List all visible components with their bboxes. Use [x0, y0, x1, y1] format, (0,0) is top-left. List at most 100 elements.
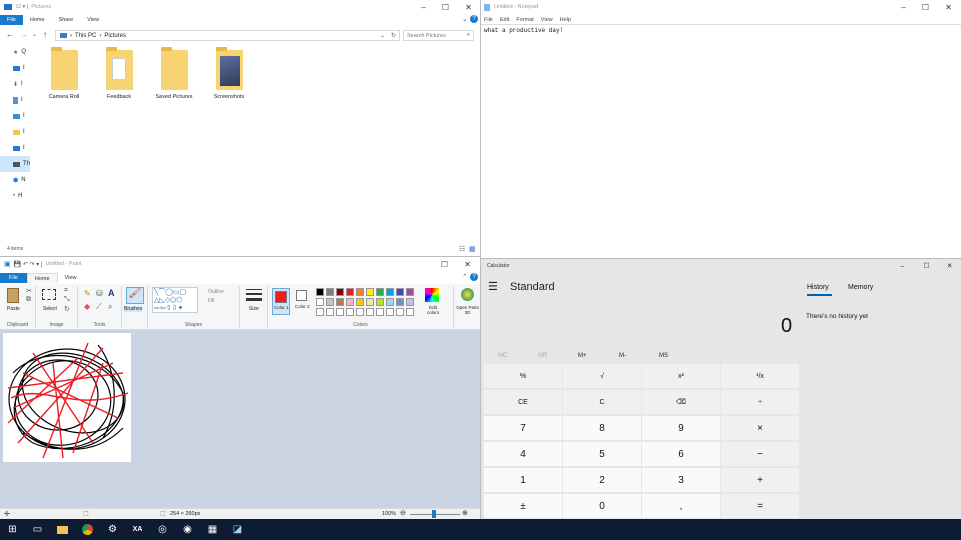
- menu-file[interactable]: File: [484, 17, 493, 23]
- close-button[interactable]: ✕: [937, 0, 960, 14]
- steam-icon[interactable]: ⚙: [100, 519, 125, 540]
- maximize-button[interactable]: ☐: [914, 0, 937, 14]
- color2-swatch[interactable]: Color 2: [294, 288, 310, 315]
- magnifier-icon[interactable]: ⌕: [108, 302, 112, 312]
- palette-color-swatch[interactable]: [396, 298, 404, 306]
- notepad-text-area[interactable]: what a productive day!: [481, 24, 961, 258]
- outline-button[interactable]: Outline: [208, 289, 224, 295]
- app-icon[interactable]: XA: [125, 519, 150, 540]
- folder-feedback[interactable]: Feedback: [93, 47, 145, 100]
- folder-camera-roll[interactable]: Camera Roll: [38, 47, 90, 100]
- palette-empty-swatch[interactable]: [386, 308, 394, 316]
- address-bar[interactable]: › This PC › Pictures ⌄ ↻: [55, 30, 400, 41]
- palette-color-swatch[interactable]: [326, 288, 334, 296]
- clear-button[interactable]: C: [563, 390, 641, 414]
- palette-empty-swatch[interactable]: [406, 308, 414, 316]
- palette-color-swatch[interactable]: [346, 298, 354, 306]
- palette-color-swatch[interactable]: [366, 288, 374, 296]
- palette-empty-swatch[interactable]: [316, 308, 324, 316]
- menu-help[interactable]: Help: [560, 17, 571, 23]
- hamburger-menu-icon[interactable]: ☰: [488, 280, 498, 293]
- color1-swatch[interactable]: Color 1: [272, 288, 290, 315]
- tab-share[interactable]: Share: [52, 15, 81, 25]
- divide-button[interactable]: ÷: [721, 390, 799, 414]
- copy-icon[interactable]: ⧉: [26, 296, 31, 304]
- back-icon[interactable]: ←: [6, 30, 14, 39]
- zoom-slider-thumb[interactable]: [432, 510, 436, 518]
- edit-colors-button[interactable]: Edit colors: [424, 305, 442, 315]
- digit-8-button[interactable]: 8: [563, 416, 641, 440]
- quick-access-toolbar[interactable]: ☑ ▾ |: [16, 4, 28, 10]
- digit-4-button[interactable]: 4: [484, 442, 562, 466]
- size-icon[interactable]: [246, 289, 262, 303]
- palette-color-swatch[interactable]: [406, 298, 414, 306]
- tab-home[interactable]: Home: [23, 15, 52, 25]
- help-icon[interactable]: ?: [470, 15, 478, 23]
- digit-3-button[interactable]: 3: [642, 468, 720, 492]
- close-button[interactable]: ✕: [456, 257, 479, 271]
- backspace-button[interactable]: ⌫: [642, 390, 720, 414]
- digit-0-button[interactable]: 0: [563, 494, 641, 518]
- up-icon[interactable]: ↑: [43, 30, 47, 39]
- memory-store-button[interactable]: MS: [659, 353, 668, 359]
- nav-documents[interactable]: I: [0, 92, 30, 108]
- nav-this-pc[interactable]: Th: [0, 156, 30, 172]
- digit-6-button[interactable]: 6: [642, 442, 720, 466]
- breadcrumb-this-pc[interactable]: This PC: [75, 33, 96, 39]
- select-button[interactable]: Select: [43, 306, 57, 312]
- tab-file[interactable]: File: [0, 15, 23, 25]
- tab-view[interactable]: View: [80, 15, 106, 25]
- reciprocal-button[interactable]: ¹/x: [721, 364, 799, 388]
- negate-button[interactable]: ±: [484, 494, 562, 518]
- palette-empty-swatch[interactable]: [336, 308, 344, 316]
- menu-format[interactable]: Format: [516, 17, 533, 23]
- palette-color-swatch[interactable]: [386, 298, 394, 306]
- details-view-icon[interactable]: ☷: [459, 245, 465, 253]
- menu-view[interactable]: View: [541, 17, 553, 23]
- cut-icon[interactable]: ✂: [26, 287, 32, 295]
- memory-subtract-button[interactable]: M-: [619, 353, 626, 359]
- subtract-button[interactable]: −: [721, 442, 799, 466]
- pencil-icon[interactable]: ✎: [84, 289, 91, 298]
- recent-locations-icon[interactable]: ⌄: [32, 31, 37, 38]
- palette-color-swatch[interactable]: [386, 288, 394, 296]
- decimal-button[interactable]: ,: [642, 494, 720, 518]
- ribbon-expand-icon[interactable]: ⌄: [462, 15, 468, 23]
- palette-color-swatch[interactable]: [396, 288, 404, 296]
- maximize-button[interactable]: ☐: [434, 0, 457, 14]
- minimize-button[interactable]: –: [891, 259, 914, 273]
- address-dropdown-icon[interactable]: ⌄: [380, 32, 385, 39]
- quick-access-toolbar[interactable]: 💾 ↶ ↷ ▾ |: [14, 261, 43, 268]
- nav-pictures[interactable]: I: [0, 108, 30, 124]
- select-icon[interactable]: [42, 289, 56, 300]
- palette-empty-swatch[interactable]: [376, 308, 384, 316]
- brushes-button[interactable]: Brushes: [124, 306, 143, 312]
- palette-color-swatch[interactable]: [316, 298, 324, 306]
- palette-color-swatch[interactable]: [346, 288, 354, 296]
- file-explorer-icon[interactable]: [50, 519, 75, 540]
- size-button[interactable]: Size: [249, 306, 259, 312]
- folder-screenshots[interactable]: Screenshots: [203, 47, 255, 100]
- brushes-icon[interactable]: 🖌: [126, 287, 144, 304]
- crop-icon[interactable]: ⌗: [64, 287, 68, 295]
- chrome-icon[interactable]: [75, 519, 100, 540]
- fill-button[interactable]: Fill: [208, 298, 214, 304]
- zoom-out-icon[interactable]: ⊖: [400, 509, 406, 517]
- palette-color-swatch[interactable]: [376, 288, 384, 296]
- tab-history[interactable]: History: [807, 284, 829, 291]
- edit-colors-icon[interactable]: [425, 288, 439, 302]
- digit-7-button[interactable]: 7: [484, 416, 562, 440]
- palette-color-swatch[interactable]: [376, 298, 384, 306]
- nav-desktop[interactable]: I: [0, 60, 30, 76]
- windows-start-icon[interactable]: ⊞: [0, 519, 25, 540]
- open-paint3d-button[interactable]: Open Paint 3D: [455, 305, 480, 315]
- nav-downloads[interactable]: ⬇ I: [0, 76, 30, 92]
- forward-icon[interactable]: →: [20, 30, 28, 39]
- resize-icon[interactable]: ⤡: [64, 296, 70, 304]
- nav-quick-access[interactable]: ★ Q: [0, 44, 30, 60]
- maximize-button[interactable]: ☐: [915, 259, 938, 273]
- digit-1-button[interactable]: 1: [484, 468, 562, 492]
- paste-icon[interactable]: [7, 288, 19, 303]
- shapes-gallery[interactable]: ╲⌒◯▭▢ △◺◇⬠⬡ ⇨⇦⇧⇩✦: [152, 287, 198, 313]
- tab-home[interactable]: Home: [26, 273, 58, 283]
